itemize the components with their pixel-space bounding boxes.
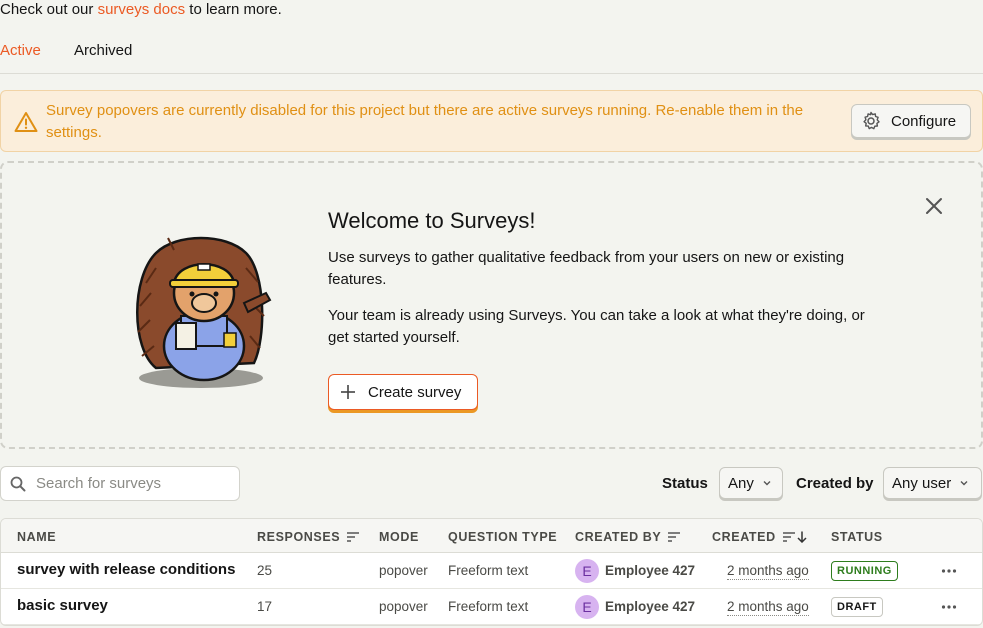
created-by-select-value: Any user <box>892 474 952 492</box>
create-survey-label: Create survey <box>368 383 462 401</box>
intro-suffix: to learn more. <box>185 1 282 18</box>
question-type: Freeform text <box>448 599 529 614</box>
survey-mode: popover <box>379 599 428 614</box>
welcome-team-note: Your team is already using Surveys. You … <box>328 307 865 346</box>
banner-message: Survey popovers are currently disabled f… <box>46 102 804 141</box>
column-name: NAME <box>17 530 57 544</box>
responses-count: 25 <box>257 563 273 578</box>
warning-banner: Survey popovers are currently disabled f… <box>0 90 983 152</box>
hedgehog-illustration <box>136 236 272 388</box>
column-created[interactable]: CREATED <box>712 530 808 544</box>
status-select[interactable]: Any <box>719 467 783 499</box>
gear-icon <box>863 111 880 130</box>
tab-archived[interactable]: Archived <box>74 42 132 59</box>
status-badge: DRAFT <box>831 597 883 617</box>
configure-button[interactable]: Configure <box>851 104 971 138</box>
created-by-name: Employee 427 <box>605 563 696 578</box>
table-header: NAME RESPONSES MODE QUESTION TYPE CREATE… <box>1 519 982 553</box>
column-status: STATUS <box>831 530 883 544</box>
intro-prefix: Check out our <box>0 1 98 18</box>
tab-active[interactable]: Active <box>0 42 41 59</box>
create-survey-button[interactable]: Create survey <box>328 374 478 410</box>
column-mode: MODE <box>379 530 419 544</box>
survey-mode: popover <box>379 563 428 578</box>
table-row[interactable]: basic survey 17 popover Freeform text E … <box>1 589 982 625</box>
search-box <box>0 466 240 501</box>
status-select-value: Any <box>728 474 754 492</box>
close-icon[interactable] <box>924 196 944 216</box>
plus-icon <box>341 385 355 399</box>
created-time: 2 months ago <box>727 599 809 616</box>
surveys-docs-link[interactable]: surveys docs <box>98 1 186 18</box>
sort-descending-icon <box>782 531 807 543</box>
welcome-title: Welcome to Surveys! <box>328 208 536 233</box>
avatar: E <box>575 595 599 619</box>
column-question-type: QUESTION TYPE <box>448 530 558 544</box>
more-options-icon[interactable] <box>941 599 957 615</box>
intro-text: Check out our surveys docs to learn more… <box>0 1 282 18</box>
created-time: 2 months ago <box>727 563 809 580</box>
responses-count: 17 <box>257 599 273 614</box>
sort-icon <box>668 532 681 542</box>
survey-tabs: Active Archived <box>0 42 983 74</box>
welcome-card: Welcome to Surveys! Use surveys to gathe… <box>0 161 983 449</box>
column-created-by[interactable]: CREATED BY <box>575 530 681 544</box>
avatar: E <box>575 559 599 583</box>
welcome-description: Use surveys to gather qualitative feedba… <box>328 249 845 288</box>
created-by-select[interactable]: Any user <box>883 467 982 499</box>
warning-icon <box>14 112 38 132</box>
table-row[interactable]: survey with release conditions 25 popove… <box>1 553 982 589</box>
question-type: Freeform text <box>448 563 529 578</box>
status-badge: RUNNING <box>831 561 898 581</box>
column-responses[interactable]: RESPONSES <box>257 530 360 544</box>
created-by-name: Employee 427 <box>605 599 696 614</box>
created-by-filter-label: Created by <box>796 475 874 492</box>
sort-icon <box>347 532 360 542</box>
survey-name[interactable]: basic survey <box>17 597 108 614</box>
configure-label: Configure <box>891 112 957 130</box>
search-icon <box>10 476 26 491</box>
chevron-down-icon <box>960 481 968 486</box>
more-options-icon[interactable] <box>941 563 957 579</box>
chevron-down-icon <box>763 481 771 486</box>
survey-name[interactable]: survey with release conditions <box>17 561 235 578</box>
status-filter-label: Status <box>662 475 708 492</box>
search-input[interactable] <box>36 475 226 492</box>
surveys-table: NAME RESPONSES MODE QUESTION TYPE CREATE… <box>0 518 983 626</box>
